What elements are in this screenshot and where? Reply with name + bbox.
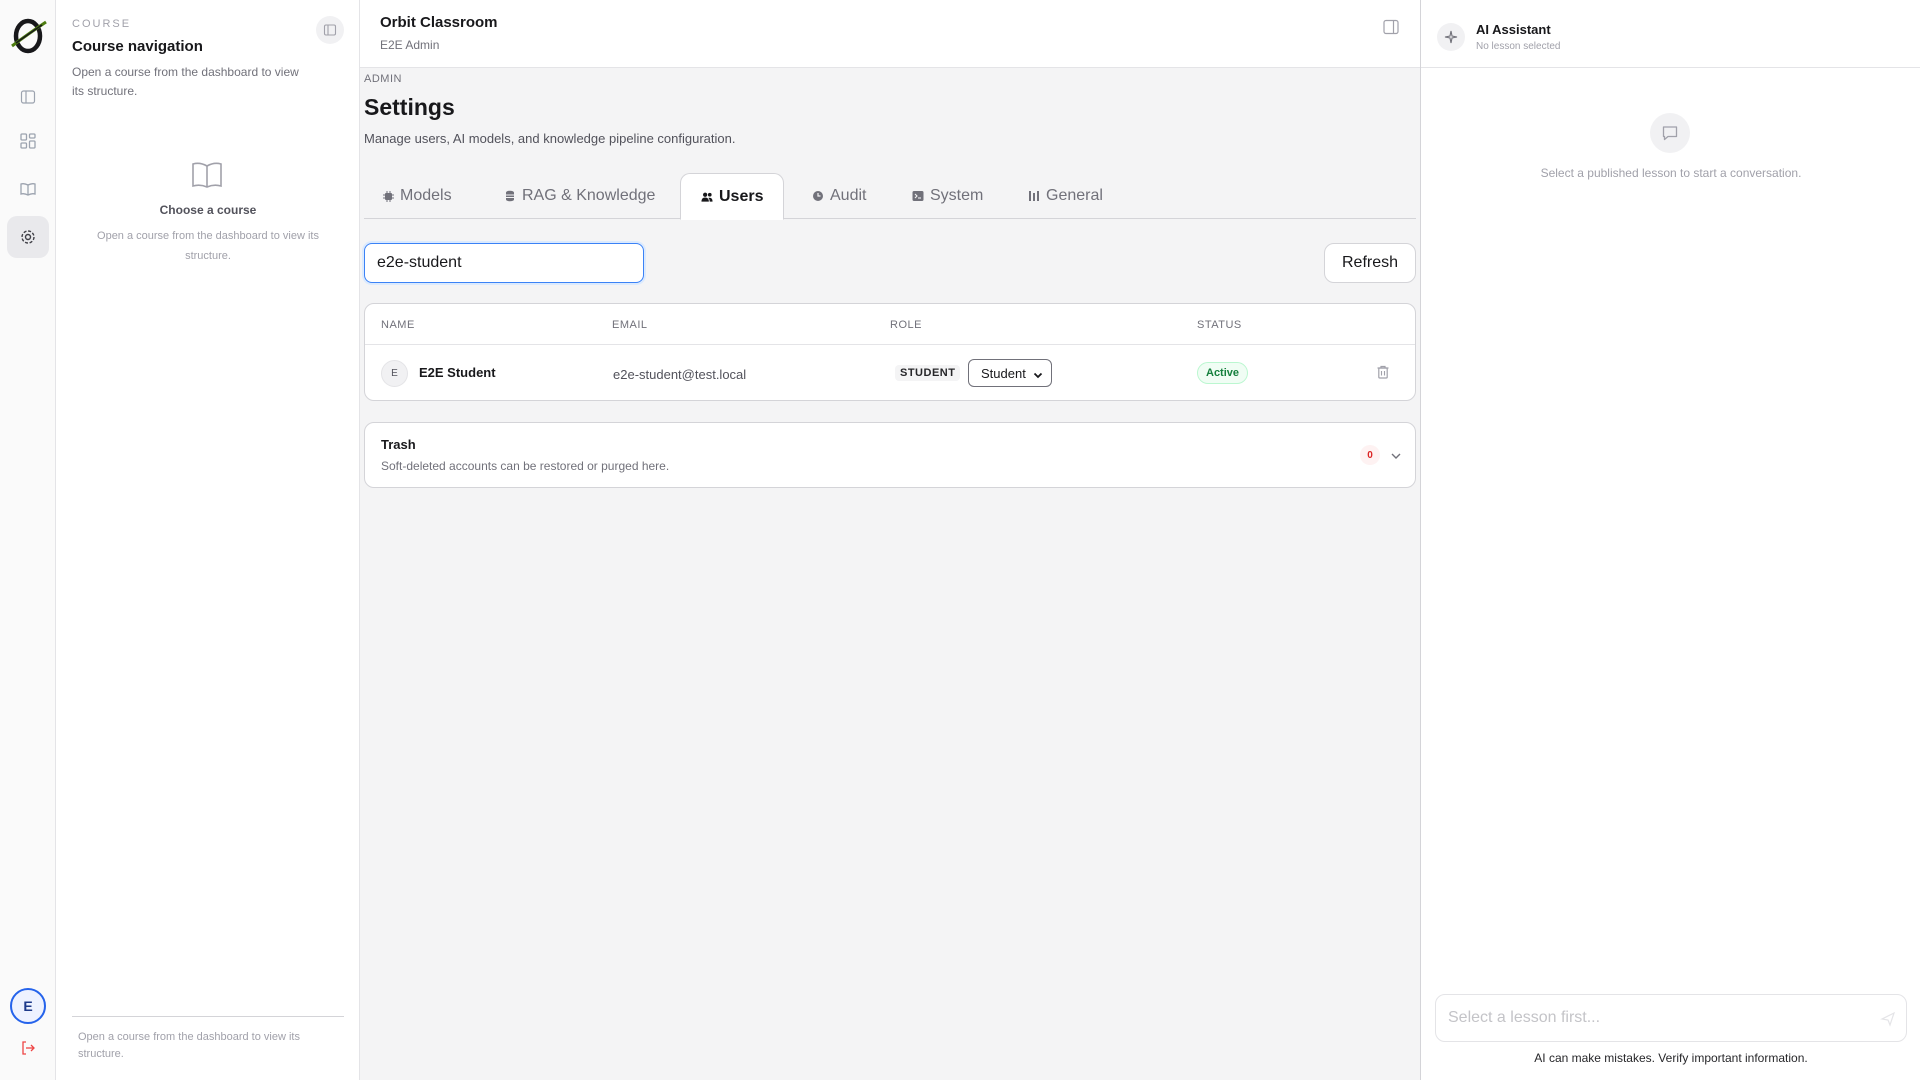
user-avatar[interactable]: E [10, 988, 46, 1024]
table-header-row: NAME EMAIL ROLE STATUS [365, 304, 1415, 345]
open-book-icon [190, 158, 224, 192]
user-avatar-small: E [381, 360, 408, 387]
chat-bubble-icon [1650, 113, 1690, 153]
trash-section[interactable]: Trash Soft-deleted accounts can be resto… [364, 422, 1416, 488]
chat-input-placeholder: Select a lesson first... [1448, 1009, 1601, 1026]
delete-user-icon[interactable] [1375, 364, 1391, 380]
trash-title: Trash [381, 437, 416, 452]
tab-label: Audit [830, 187, 867, 204]
tab-label: Users [719, 187, 764, 205]
sparkle-icon [1437, 23, 1465, 51]
ai-assistant-panel: AI Assistant No lesson selected Select a… [1420, 0, 1920, 1080]
clock-icon [812, 190, 824, 202]
top-header: Orbit Classroom E2E Admin [360, 0, 1420, 68]
chat-input[interactable]: Select a lesson first... [1435, 994, 1907, 1042]
column-header-role: ROLE [890, 319, 922, 331]
column-header-name: NAME [381, 319, 415, 331]
assistant-subtitle: No lesson selected [1476, 41, 1561, 52]
trash-count-badge: 0 [1360, 445, 1380, 465]
sliders-icon [1028, 190, 1040, 202]
assistant-header: AI Assistant No lesson selected [1421, 0, 1920, 68]
role-select[interactable]: Student [968, 359, 1052, 387]
collapse-panel-icon[interactable] [316, 16, 344, 44]
assistant-title: AI Assistant [1476, 22, 1551, 37]
tab-label: Models [400, 187, 452, 204]
user-name: E2E Student [419, 365, 496, 380]
empty-state-description: Open a course from the dashboard to view… [97, 230, 319, 262]
tab-general[interactable]: General [1028, 173, 1103, 219]
app-title: Orbit Classroom [380, 14, 498, 31]
tab-label: General [1046, 187, 1103, 204]
chevron-down-icon [1033, 368, 1043, 379]
tab-system[interactable]: System [912, 173, 983, 219]
user-search-input[interactable] [364, 243, 644, 283]
user-role-subtitle: E2E Admin [380, 38, 440, 52]
users-table: NAME EMAIL ROLE STATUS E E2E Student e2e… [364, 303, 1416, 401]
user-email: e2e-student@test.local [613, 367, 747, 382]
gear-icon[interactable] [7, 216, 49, 258]
main-content: Orbit Classroom E2E Admin ADMIN Settings… [360, 0, 1420, 1080]
tab-rag-knowledge[interactable]: RAG & Knowledge [504, 173, 655, 219]
terminal-icon [912, 190, 924, 202]
orbit-logo-icon[interactable] [8, 16, 48, 56]
role-chip: STUDENT [895, 365, 961, 381]
toggle-assistant-panel-icon[interactable] [1382, 18, 1400, 36]
column-header-email: EMAIL [612, 319, 648, 331]
tab-label: RAG & Knowledge [522, 187, 656, 204]
dashboard-grid-icon[interactable] [7, 120, 49, 162]
tab-users[interactable]: Users [680, 173, 785, 220]
sidebar-toggle-icon[interactable] [7, 76, 49, 118]
tab-label: System [930, 187, 984, 204]
empty-state-title: Choose a course [159, 203, 257, 217]
refresh-button[interactable]: Refresh [1324, 243, 1416, 283]
course-navigation-panel: COURSE Course navigation Open a course f… [56, 0, 360, 1080]
status-badge: Active [1197, 362, 1249, 384]
assistant-empty-text: Select a published lesson to start a con… [1540, 166, 1802, 180]
users-icon [701, 191, 713, 203]
database-icon [504, 190, 516, 202]
course-panel-title: Course navigation [72, 38, 203, 55]
settings-tabs: Models RAG & Knowledge Users Audit Syste… [364, 173, 1416, 220]
ai-disclaimer: AI can make mistakes. Verify important i… [1534, 1051, 1808, 1065]
course-panel-description: Open a course from the dashboard to view… [72, 65, 299, 98]
page-title: Settings [364, 94, 455, 120]
column-header-status: STATUS [1197, 319, 1242, 331]
icon-rail: E [0, 0, 56, 1080]
chip-icon [382, 190, 394, 202]
course-panel-footer: Open a course from the dashboard to view… [72, 1016, 344, 1063]
table-row: E E2E Student e2e-student@test.local STU… [365, 345, 1415, 400]
trash-description: Soft-deleted accounts can be restored or… [381, 459, 670, 473]
logout-icon[interactable] [16, 1036, 40, 1060]
book-icon[interactable] [7, 168, 49, 210]
page-description: Manage users, AI models, and knowledge p… [364, 131, 736, 146]
tab-audit[interactable]: Audit [812, 173, 866, 219]
page-eyebrow: ADMIN [364, 73, 402, 85]
course-eyebrow: COURSE [72, 18, 132, 30]
chevron-down-icon[interactable] [1390, 449, 1402, 461]
send-icon[interactable] [1880, 1011, 1896, 1027]
tab-models[interactable]: Models [382, 173, 452, 219]
role-select-value: Student [981, 365, 1026, 381]
